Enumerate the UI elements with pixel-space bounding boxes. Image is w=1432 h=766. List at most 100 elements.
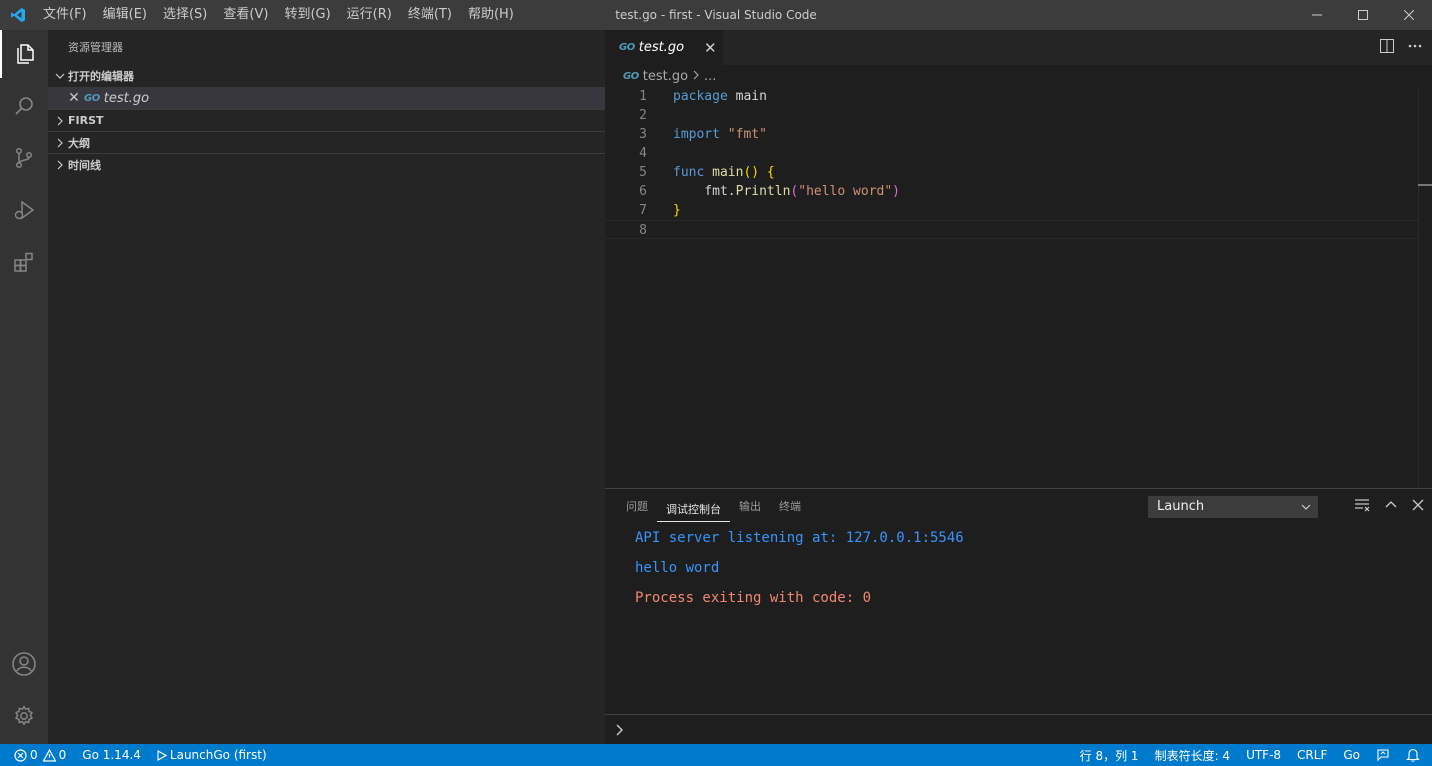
line-content: fmt.Println("hello word") <box>673 184 900 199</box>
section-first[interactable]: FIRST <box>48 109 605 131</box>
activity-run-debug[interactable] <box>0 186 48 234</box>
clear-console-button[interactable] <box>1354 498 1370 516</box>
go-file-icon: GO <box>84 92 100 104</box>
editor-tab-test-go[interactable]: GO test.go ✕ <box>605 30 723 65</box>
launch-status[interactable]: LaunchGo (first) <box>149 744 275 766</box>
line-number: 8 <box>639 223 647 238</box>
title-bar: 文件(F) 编辑(E) 选择(S) 查看(V) 转到(G) 运行(R) 终端(T… <box>0 0 1432 30</box>
line-content <box>647 221 673 238</box>
chevron-right-icon <box>52 135 68 151</box>
tab-output[interactable]: 输出 <box>730 489 770 524</box>
tab-close-icon[interactable]: ✕ <box>704 39 717 57</box>
code-line-current: 8 <box>605 220 1420 239</box>
menu-run[interactable]: 运行(R) <box>339 0 400 30</box>
line-content: func main() { <box>673 165 775 180</box>
line-number: 7 <box>639 203 647 218</box>
code-line: 1 package main <box>605 87 1420 106</box>
activity-search[interactable] <box>0 82 48 130</box>
close-icon <box>1404 10 1414 20</box>
launch-config-select[interactable]: Launch <box>1148 496 1318 518</box>
maximize-panel-button[interactable] <box>1384 498 1398 516</box>
breadcrumb-rest[interactable]: ... <box>704 69 716 84</box>
indentation-status[interactable]: 制表符长度: 4 <box>1147 744 1239 766</box>
account-icon <box>12 652 36 676</box>
open-editor-filename: test.go <box>103 90 150 106</box>
split-editor-button[interactable] <box>1380 38 1394 57</box>
launch-status-label: LaunchGo (first) <box>169 748 267 762</box>
go-version-status[interactable]: Go 1.14.4 <box>74 744 149 766</box>
chevron-right-icon <box>52 113 68 129</box>
minimize-button[interactable] <box>1294 0 1340 30</box>
section-outline[interactable]: 大纲 <box>48 131 605 153</box>
feedback-icon <box>1377 749 1389 762</box>
error-icon <box>14 748 27 762</box>
section-open-editors[interactable]: 打开的编辑器 <box>48 65 605 87</box>
language-mode-status[interactable]: Go <box>1335 744 1368 766</box>
error-count: 0 <box>30 748 38 762</box>
menu-terminal[interactable]: 终端(T) <box>400 0 460 30</box>
chevron-right-icon <box>616 724 623 736</box>
tab-problems[interactable]: 问题 <box>617 489 657 524</box>
encoding-status[interactable]: UTF-8 <box>1238 744 1289 766</box>
eol-status[interactable]: CRLF <box>1289 744 1335 766</box>
activity-source-control[interactable] <box>0 134 48 182</box>
extensions-icon <box>14 252 33 272</box>
bottom-panel: 问题 调试控制台 输出 终端 Launch API server listeni… <box>605 488 1432 744</box>
section-timeline[interactable]: 时间线 <box>48 153 605 175</box>
code-line: 3 import "fmt" <box>605 125 1420 144</box>
menu-edit[interactable]: 编辑(E) <box>95 0 155 30</box>
breadcrumb-separator-icon <box>692 69 700 84</box>
clear-all-icon <box>1355 499 1370 512</box>
editor-area: GO test.go ✕ GO test.go ... 1 package ma… <box>605 30 1432 488</box>
maximize-icon <box>1358 10 1368 20</box>
search-icon <box>15 97 33 115</box>
feedback-button[interactable] <box>1368 744 1398 766</box>
code-editor[interactable]: 1 package main 2 3 import "fmt" 4 5 func… <box>605 87 1420 239</box>
editor-actions <box>1380 30 1422 65</box>
code-line: 4 <box>605 144 1420 163</box>
menu-go[interactable]: 转到(G) <box>276 0 338 30</box>
tab-filename: test.go <box>638 40 685 55</box>
activity-extensions[interactable] <box>0 238 48 286</box>
menu-help[interactable]: 帮助(H) <box>460 0 522 30</box>
split-editor-icon <box>1380 38 1394 53</box>
editor-scrollbar[interactable] <box>1418 87 1432 488</box>
open-editor-item[interactable]: ✕ GO test.go <box>48 87 605 109</box>
activity-accounts[interactable] <box>0 640 48 688</box>
notifications-button[interactable] <box>1398 744 1432 766</box>
close-icon <box>1412 499 1424 511</box>
menu-file[interactable]: 文件(F) <box>35 0 95 30</box>
repl-input[interactable] <box>605 714 1432 745</box>
line-content <box>647 144 673 163</box>
breadcrumb: GO test.go ... <box>605 65 1432 87</box>
close-editor-icon[interactable]: ✕ <box>66 90 82 106</box>
cursor-position-status[interactable]: 行 8，列 1 <box>1072 744 1147 766</box>
menu-view[interactable]: 查看(V) <box>215 0 276 30</box>
ellipsis-icon <box>1408 44 1422 47</box>
panel-actions <box>1354 496 1424 518</box>
tab-terminal[interactable]: 终端 <box>770 489 810 524</box>
bell-icon <box>1406 748 1420 762</box>
console-line: hello word <box>635 560 720 576</box>
close-panel-button[interactable] <box>1412 499 1424 515</box>
close-window-button[interactable] <box>1386 0 1432 30</box>
status-bar: 0 0 Go 1.14.4 LaunchGo (first) 行 8，列 1 制… <box>0 744 1432 766</box>
go-file-icon: GO <box>623 70 639 82</box>
breadcrumb-file[interactable]: test.go <box>643 69 688 84</box>
window-controls <box>1294 0 1432 30</box>
activity-explorer[interactable] <box>0 30 48 78</box>
sidebar-title: 资源管理器 <box>68 41 123 54</box>
menu-selection[interactable]: 选择(S) <box>155 0 215 30</box>
more-actions-button[interactable] <box>1408 39 1422 57</box>
source-control-icon <box>15 147 33 169</box>
line-number: 6 <box>639 184 647 199</box>
section-outline-label: 大纲 <box>68 136 90 150</box>
play-icon <box>157 749 167 761</box>
run-debug-icon <box>14 200 35 220</box>
problems-status[interactable]: 0 0 <box>0 744 74 766</box>
activity-manage[interactable] <box>0 692 48 740</box>
menu-bar: 文件(F) 编辑(E) 选择(S) 查看(V) 转到(G) 运行(R) 终端(T… <box>35 0 522 30</box>
maximize-button[interactable] <box>1340 0 1386 30</box>
line-number: 5 <box>639 165 647 180</box>
tab-debug-console[interactable]: 调试控制台 <box>657 492 730 522</box>
